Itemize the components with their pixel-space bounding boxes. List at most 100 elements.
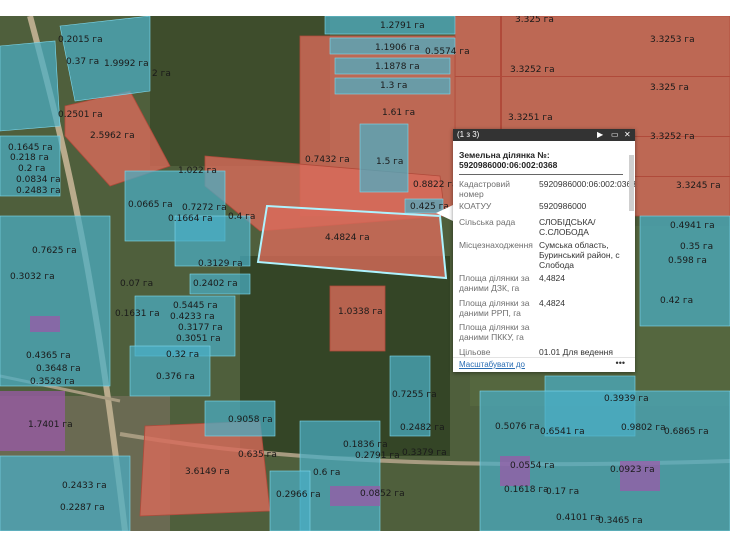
parcel-label: 0.7625 га xyxy=(32,246,77,256)
popup-content[interactable]: Земельна ділянка №: 5920986000:06:002:03… xyxy=(453,141,635,357)
parcel-label: 0.4365 га xyxy=(26,351,71,361)
parcel-label: 0.2791 га xyxy=(355,451,400,461)
parcel-label: 0.2483 га xyxy=(16,186,61,196)
parcel-label: 0.1631 га xyxy=(115,309,160,319)
parcel-label: 0.0923 га xyxy=(610,465,655,475)
parcel-label: 1.5 га xyxy=(376,157,403,167)
parcel-label: 1.1878 га xyxy=(375,62,420,72)
parcel-label: 3.3251 га xyxy=(508,113,553,123)
parcel-label: 0.3051 га xyxy=(176,334,221,344)
parcel-label: 2.5962 га xyxy=(90,131,135,141)
parcel-label: 0.5076 га xyxy=(495,422,540,432)
parcel-label: 3.3245 га xyxy=(676,181,721,191)
parcel-label: 0.17 га xyxy=(546,487,579,497)
popup-title-line: Земельна ділянка №: xyxy=(459,150,550,160)
parcel-label: 0.6 га xyxy=(313,468,340,478)
parcel-label: 0.32 га xyxy=(166,350,199,360)
parcel-label: 0.6541 га xyxy=(540,427,585,437)
parcel-label: 0.8822 га xyxy=(413,180,458,190)
parcel-label: 0.35 га xyxy=(680,242,713,252)
parcel-label: 0.9802 га xyxy=(621,423,666,433)
parcel-label: 0.3528 га xyxy=(30,377,75,387)
parcel-label: 0.1664 га xyxy=(168,214,213,224)
parcel-label: 0.3177 га xyxy=(178,323,223,333)
popup-pointer xyxy=(436,205,453,221)
parcel-label: 1.3 га xyxy=(380,81,407,91)
parcel-label: 0.0554 га xyxy=(510,461,555,471)
parcel-label: 0.7432 га xyxy=(305,155,350,165)
attr-key: Цільове xyxy=(459,347,491,357)
parcel-label: 0.2482 га xyxy=(400,423,445,433)
close-icon[interactable]: ✕ xyxy=(624,130,631,139)
parcel-label: 2 га xyxy=(152,69,171,79)
parcel-label: 1.1906 га xyxy=(375,43,420,53)
parcel-label: 0.2402 га xyxy=(193,279,238,289)
parcel-label: 0.1645 га xyxy=(8,143,53,153)
attr-key: Площа ділянки за даними РРП, га xyxy=(459,298,530,318)
parcel-label: 0.2433 га xyxy=(62,481,107,491)
parcel-label: 0.37 га xyxy=(66,57,99,67)
attr-key: Сільська рада xyxy=(459,217,516,227)
parcel-label: 4.4824 га xyxy=(325,233,370,243)
parcel-label: 0.2 га xyxy=(18,164,45,174)
attr-key: Кадастровий номер xyxy=(459,179,510,199)
attr-value: Сумська область, Буринський район, с Сло… xyxy=(539,240,620,270)
attr-value: 4,4824 xyxy=(539,298,565,308)
parcel-label: 3.325 га xyxy=(650,83,689,93)
parcel-label: 0.0852 га xyxy=(360,489,405,499)
parcel-label: 0.7255 га xyxy=(392,390,437,400)
attr-key: КОАТУУ xyxy=(459,201,492,211)
parcel-label: 0.5445 га xyxy=(173,301,218,311)
feature-counter: (1 з 3) xyxy=(457,130,480,139)
zoom-to-link[interactable]: Масштабувати до xyxy=(459,360,525,369)
parcel-label: 0.0834 га xyxy=(16,175,61,185)
parcel-label: 0.2966 га xyxy=(276,490,321,500)
play-icon[interactable]: ▶ xyxy=(597,130,603,139)
parcel-label: 0.4 га xyxy=(228,212,255,222)
popup-scrollbar[interactable] xyxy=(629,155,634,211)
parcel-label: 0.4233 га xyxy=(170,312,215,322)
parcel-label: 0.376 га xyxy=(156,372,195,382)
attr-key: Площа ділянки за даними ПККУ, га xyxy=(459,322,530,342)
parcel-label: 0.1618 га xyxy=(504,485,549,495)
popup-header: (1 з 3) ▶ ▭ ✕ xyxy=(453,129,635,141)
parcel-label: 0.598 га xyxy=(668,256,707,266)
parcel-label: 1.9992 га xyxy=(104,59,149,69)
parcel-label: 0.3939 га xyxy=(604,394,649,404)
parcel-label: 0.4101 га xyxy=(556,513,601,523)
parcel-label: 0.1836 га xyxy=(343,440,388,450)
popup-divider xyxy=(459,174,623,175)
attr-value: 5920986000 xyxy=(539,201,587,211)
parcel-label: 0.2015 га xyxy=(58,35,103,45)
map-viewer: 1.2791 га 3.325 га 1.1906 га 0.5574 га 3… xyxy=(0,0,730,547)
parcel-label: 3.3252 га xyxy=(650,132,695,142)
parcel-label: 3.325 га xyxy=(515,16,554,25)
parcel-label: 3.6149 га xyxy=(185,467,230,477)
attr-key: Місцезнаходження xyxy=(459,240,533,250)
parcel-label: 0.07 га xyxy=(120,279,153,289)
maximize-icon[interactable]: ▭ xyxy=(611,130,619,139)
parcel-label: 0.2287 га xyxy=(60,503,105,513)
parcel-label: 0.7272 га xyxy=(182,203,227,213)
parcel-label: 0.3032 га xyxy=(10,272,55,282)
parcel-label: 0.6865 га xyxy=(664,427,709,437)
attr-value: 4,4824 xyxy=(539,273,565,283)
attr-value: 5920986000:06:002:0368 xyxy=(539,179,635,189)
parcel-label: 0.3465 га xyxy=(598,516,643,526)
parcel-label: 0.2501 га xyxy=(58,110,103,120)
parcel-label: 0.0665 га xyxy=(128,200,173,210)
parcel-label: 0.218 га xyxy=(10,153,49,163)
parcel-label: 1.022 га xyxy=(178,166,217,176)
parcel-label: 0.9058 га xyxy=(228,415,273,425)
parcel-label: 1.0338 га xyxy=(338,307,383,317)
parcel-label: 1.61 га xyxy=(382,108,415,118)
parcel-label: 3.3252 га xyxy=(510,65,555,75)
attr-value: 01.01 Для ведення xyxy=(539,347,613,357)
popup-title: Земельна ділянка №: 5920986000:06:002:03… xyxy=(459,150,629,170)
parcel-label: 0.42 га xyxy=(660,296,693,306)
parcel-label: 0.4941 га xyxy=(670,221,715,231)
more-options-button[interactable]: ••• xyxy=(616,358,625,368)
parcel-label: 0.3379 га xyxy=(402,448,447,458)
attr-key: Площа ділянки за даними ДЗК, га xyxy=(459,273,530,293)
parcel-label: 0.3129 га xyxy=(198,259,243,269)
